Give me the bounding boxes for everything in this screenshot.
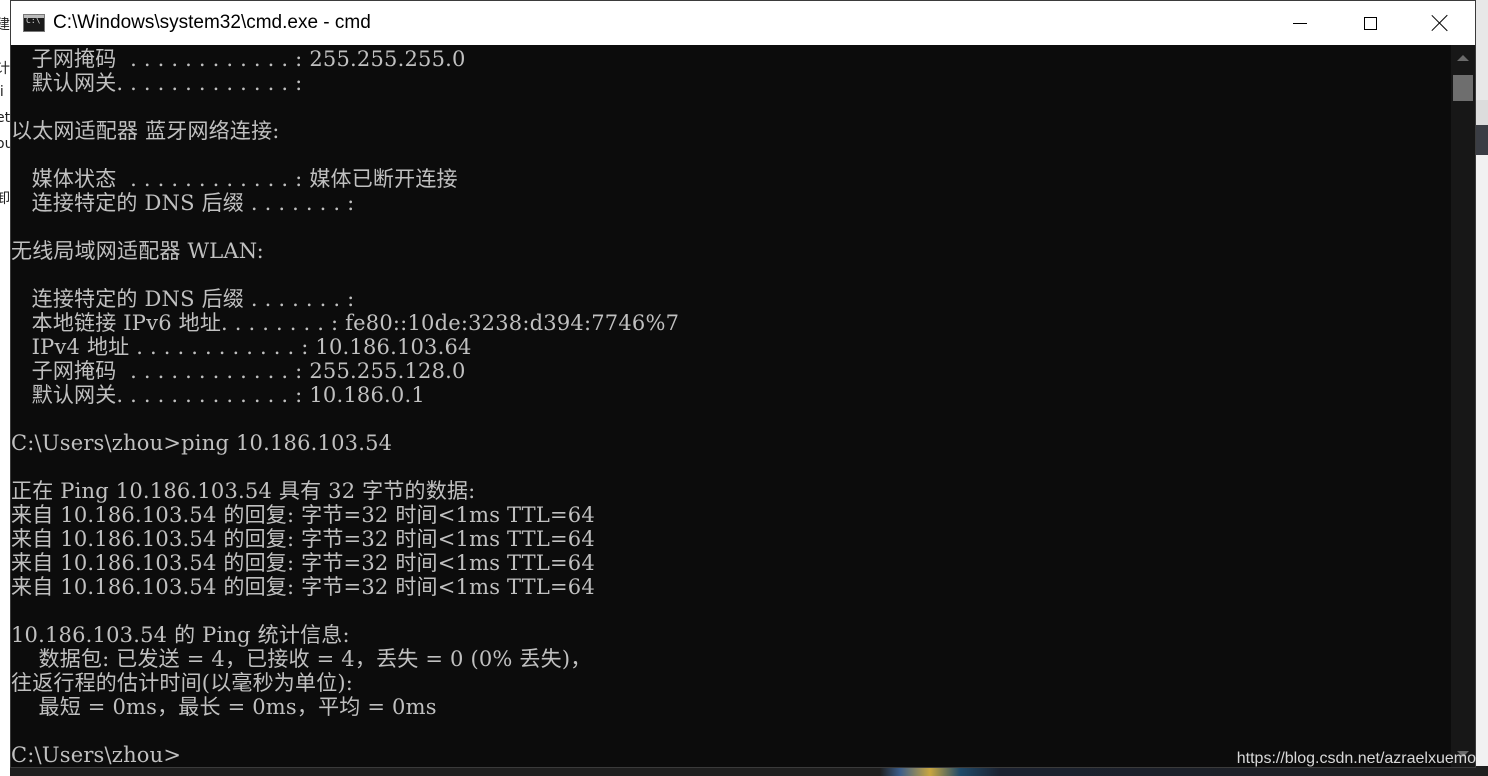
console-line: 连接特定的 DNS 后缀 . . . . . . . :: [11, 287, 355, 311]
console-line: C:\Users\zhou>: [11, 743, 182, 767]
console-line: 子网掩码 . . . . . . . . . . . . : 255.255.1…: [11, 359, 466, 383]
console-line: 子网掩码 . . . . . . . . . . . . : 255.255.2…: [11, 47, 466, 71]
background-window-text: et: [0, 110, 10, 126]
console-line: 无线局域网适配器 WLAN:: [11, 239, 264, 263]
cmd-app-icon[interactable]: [23, 14, 45, 32]
close-icon: [1432, 15, 1448, 31]
maximize-icon: [1363, 16, 1377, 30]
title-bar[interactable]: C:\Windows\system32\cmd.exe - cmd: [11, 1, 1475, 45]
console-line: 正在 Ping 10.186.103.54 具有 32 字节的数据:: [11, 479, 476, 503]
background-window[interactable]: 建 计 li et ou 卸: [0, 0, 10, 776]
console-line: 来自 10.186.103.54 的回复: 字节=32 时间<1ms TTL=6…: [11, 551, 595, 575]
minimize-button[interactable]: [1265, 1, 1335, 45]
console-line: 往返行程的估计时间(以毫秒为单位):: [11, 671, 354, 695]
console-line: 数据包: 已发送 = 4，已接收 = 4，丢失 = 0 (0% 丢失)，: [11, 647, 592, 671]
console-line: 以太网适配器 蓝牙网络连接:: [11, 119, 280, 143]
console-line: IPv4 地址 . . . . . . . . . . . . : 10.186…: [11, 335, 472, 359]
console-line: 连接特定的 DNS 后缀 . . . . . . . :: [11, 191, 355, 215]
console-line: 默认网关. . . . . . . . . . . . . : 10.186.0…: [11, 383, 425, 407]
console-line: 最短 = 0ms，最长 = 0ms，平均 = 0ms: [11, 695, 437, 719]
background-window-text: li: [0, 84, 4, 100]
window-title: C:\Windows\system32\cmd.exe - cmd: [53, 12, 371, 33]
vertical-scrollbar[interactable]: [1451, 45, 1475, 767]
console-line: 10.186.103.54 的 Ping 统计信息:: [11, 623, 350, 647]
minimize-icon: [1293, 22, 1307, 24]
scroll-up-button[interactable]: [1451, 45, 1475, 71]
background-window-text: 计: [0, 61, 10, 77]
watermark: https://blog.csdn.net/azraelxuemo: [1236, 750, 1476, 767]
background-window-text: 建: [0, 17, 10, 33]
desktop-background-right: [1476, 0, 1488, 776]
scroll-up-arrow-icon: [1457, 55, 1469, 61]
console-output[interactable]: 子网掩码 . . . . . . . . . . . . : 255.255.2…: [11, 45, 1451, 767]
console-line: 来自 10.186.103.54 的回复: 字节=32 时间<1ms TTL=6…: [11, 527, 595, 551]
console-line: 媒体状态 . . . . . . . . . . . . : 媒体已断开连接: [11, 167, 458, 191]
scrollbar-thumb[interactable]: [1453, 75, 1473, 101]
background-window-text: 卸: [0, 191, 10, 207]
console-line: 默认网关. . . . . . . . . . . . . :: [11, 71, 303, 95]
console-line: C:\Users\zhou>ping 10.186.103.54: [11, 431, 393, 455]
background-window-text: ou: [0, 136, 10, 152]
console-line: 本地链接 IPv6 地址. . . . . . . . : fe80::10de…: [11, 311, 680, 335]
cmd-window[interactable]: C:\Windows\system32\cmd.exe - cmd 子网掩码 .…: [10, 0, 1476, 768]
maximize-button[interactable]: [1335, 1, 1405, 45]
console-line: 来自 10.186.103.54 的回复: 字节=32 时间<1ms TTL=6…: [11, 503, 595, 527]
window-controls: [1265, 1, 1475, 45]
close-button[interactable]: [1405, 1, 1475, 45]
console-line: 来自 10.186.103.54 的回复: 字节=32 时间<1ms TTL=6…: [11, 575, 595, 599]
